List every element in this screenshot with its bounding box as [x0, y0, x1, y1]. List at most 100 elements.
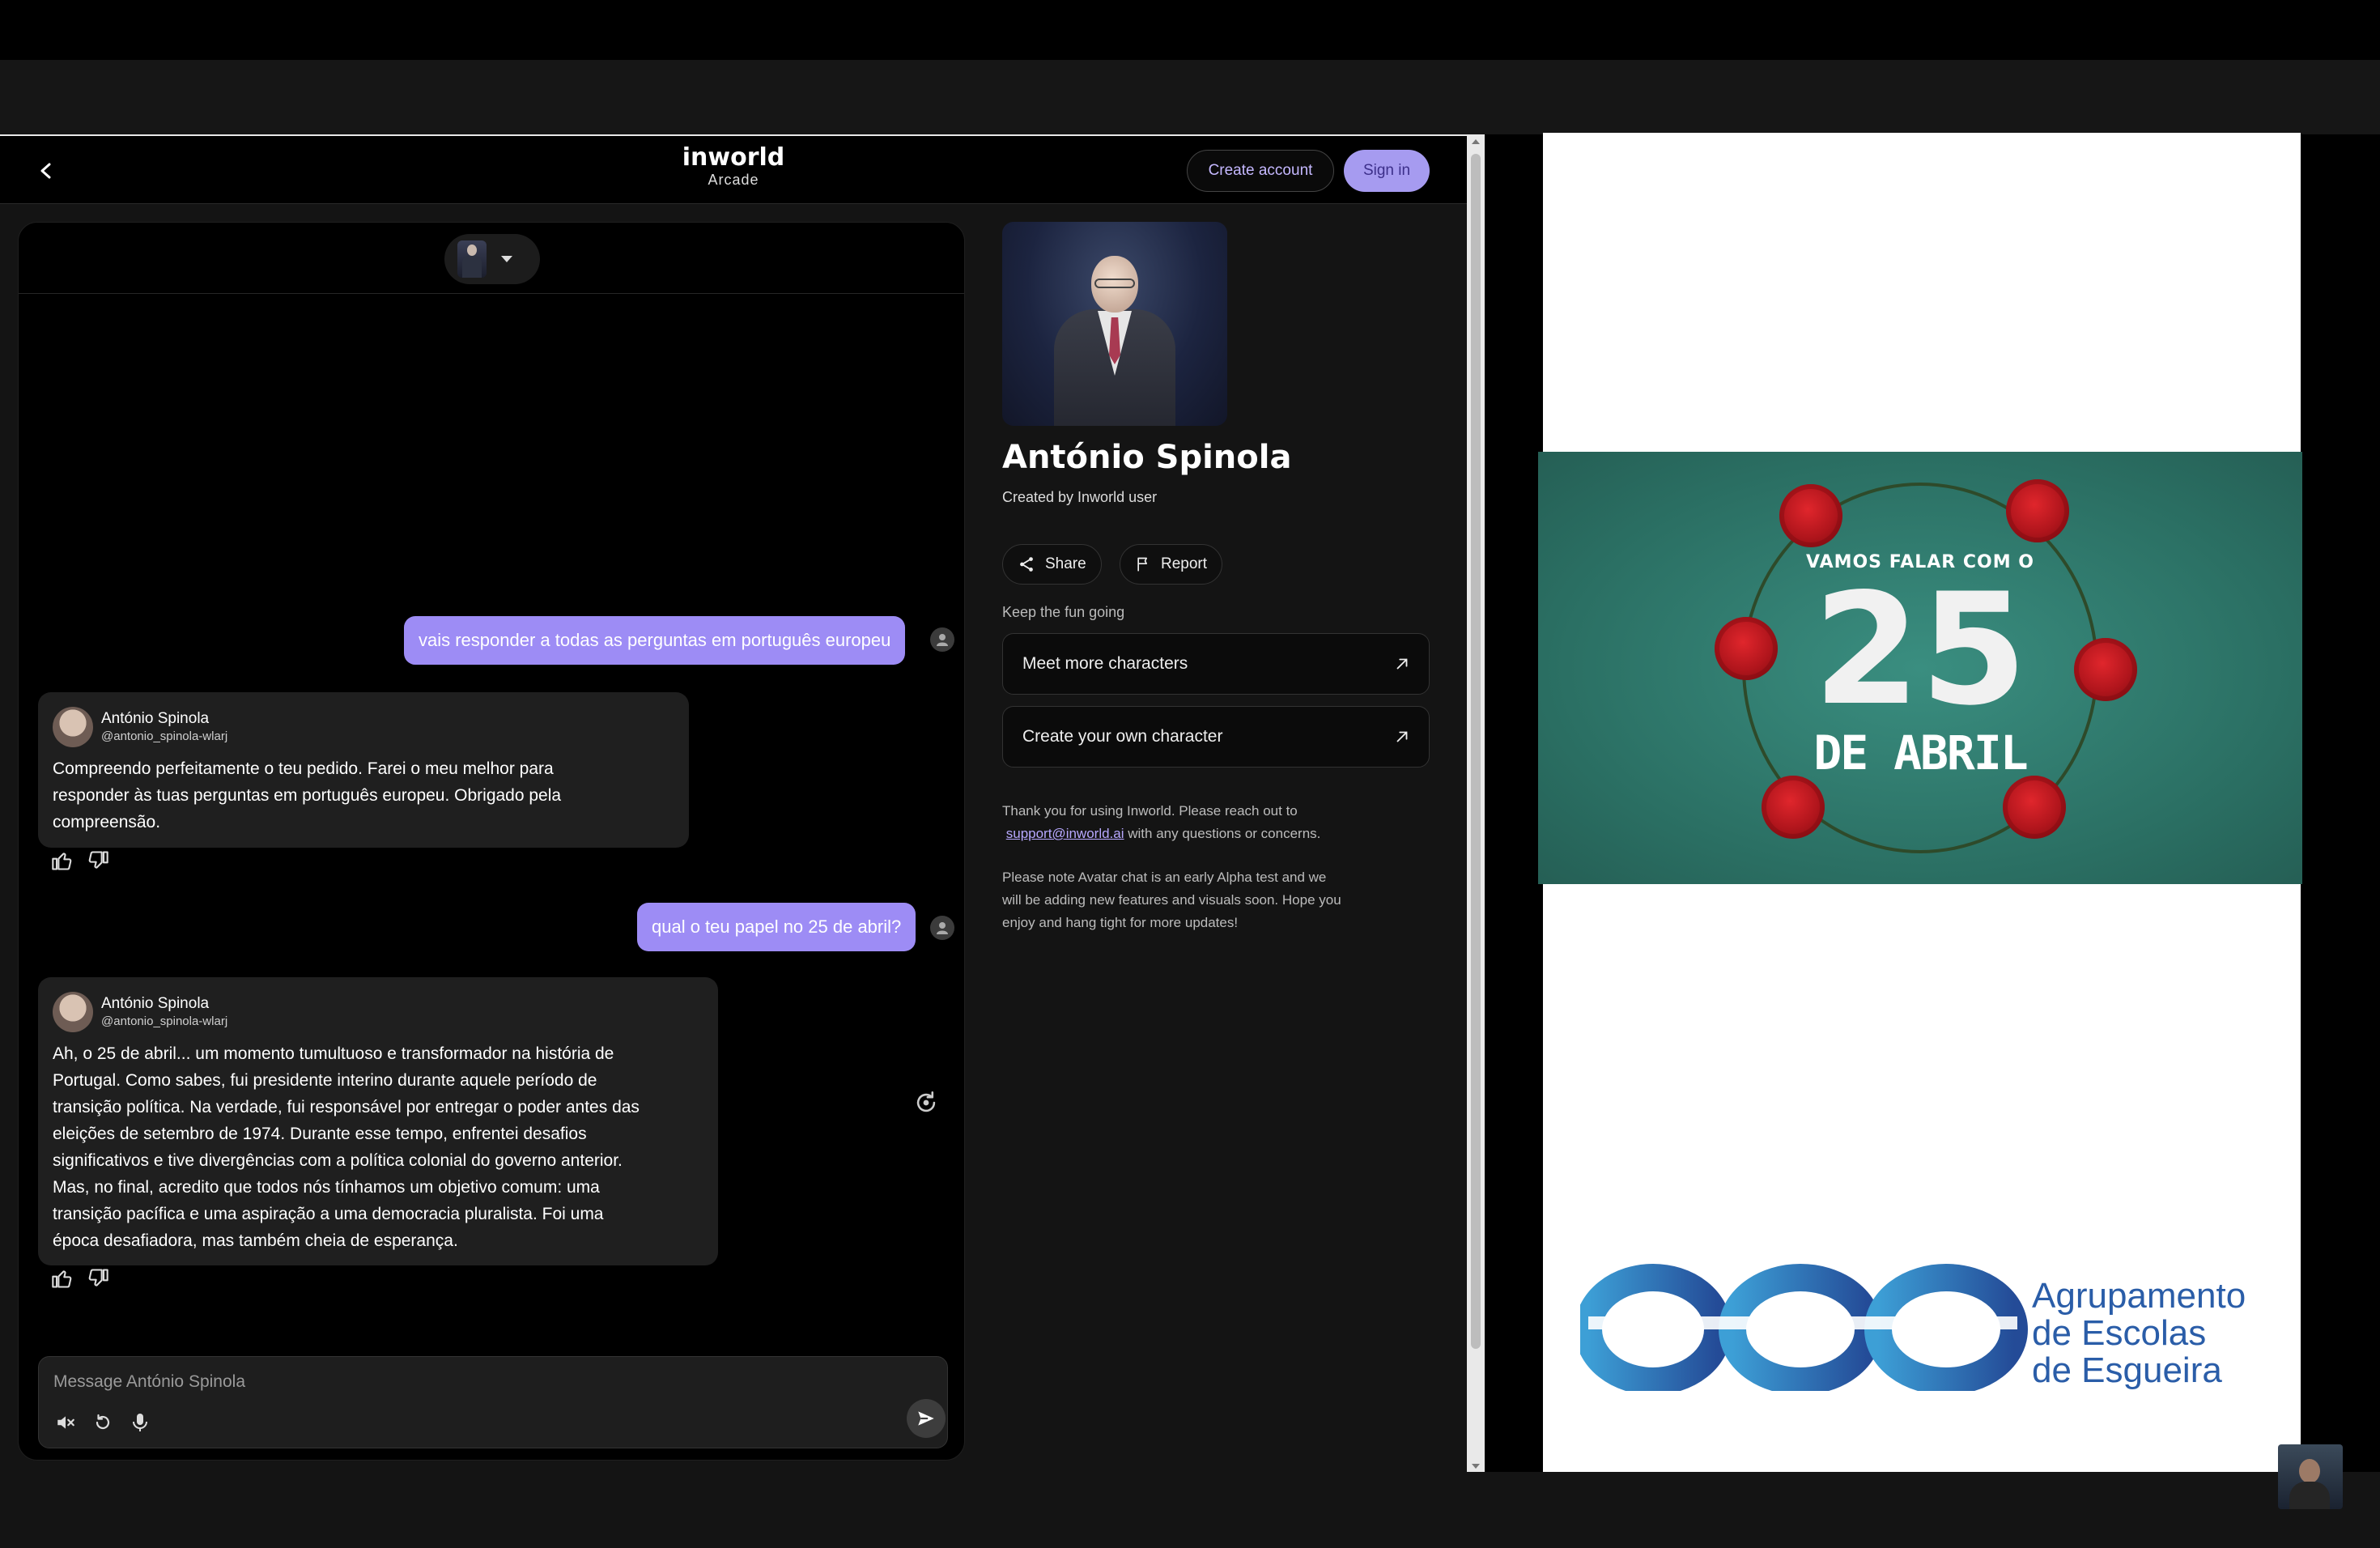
- message-header: António Spinola @antonio_spinola-wlarj: [53, 992, 703, 1032]
- arrow-up-right-icon: [1396, 658, 1408, 670]
- banner-big-number: 25: [1813, 560, 2028, 739]
- message-line: Ah, o 25 de abril... um momento tumultuo…: [53, 1044, 614, 1063]
- message-header: António Spinola @antonio_spinola-wlarj: [53, 707, 674, 747]
- send-icon: [918, 1411, 934, 1426]
- chat-top-bar: [19, 223, 964, 294]
- app-header: inworld Arcade Create account Sign in: [0, 136, 1467, 204]
- reset-button[interactable]: [89, 1409, 117, 1436]
- message-reactions: [51, 849, 109, 872]
- carnation-icon: [1779, 484, 1842, 547]
- inworld-app-window: inworld Arcade Create account Sign in va…: [0, 134, 1467, 1472]
- share-icon: [1020, 557, 1033, 572]
- support-note: Thank you for using Inworld. Please reac…: [1002, 800, 1439, 845]
- create-account-button[interactable]: Create account: [1187, 150, 1334, 192]
- support-line-2: support@inworld.ai with any questions or…: [1002, 823, 1439, 845]
- browser-band: [0, 60, 2380, 134]
- aee-school-logo: aee: [1580, 1264, 2028, 1391]
- flag-icon: [1137, 557, 1147, 572]
- 25-de-abril-banner: VAMOS FALAR COM O 25 DE ABRIL: [1538, 452, 2302, 884]
- created-by-label: Created by Inworld user: [1002, 489, 1158, 505]
- scroll-thumb[interactable]: [1471, 154, 1481, 1349]
- user-avatar-icon: [930, 916, 954, 940]
- character-mini-avatar: [457, 240, 487, 278]
- screen-bottom-bar: [0, 1472, 2380, 1548]
- thumbs-up-icon[interactable]: [51, 1267, 74, 1290]
- message-composer: [38, 1356, 948, 1448]
- character-name: António Spinola: [101, 995, 210, 1012]
- keep-fun-label: Keep the fun going: [1002, 604, 1125, 620]
- speaker-muted-icon: [57, 1416, 74, 1429]
- character-handle: @antonio_spinola-wlarj: [101, 729, 228, 743]
- screen-top-bar: [0, 0, 2380, 60]
- scroll-down-arrow-icon[interactable]: [1472, 1464, 1480, 1469]
- logo-brand: inworld: [682, 143, 785, 172]
- character-name: António Spinola: [101, 710, 210, 727]
- message-line: eleições de setembro de 1974. Durante es…: [53, 1125, 587, 1143]
- message-text: Ah, o 25 de abril... um momento tumultuo…: [53, 1040, 703, 1254]
- create-character-link[interactable]: Create your own character: [1002, 706, 1430, 768]
- alpha-note: Please note Avatar chat is an early Alph…: [1002, 866, 1439, 934]
- caret-down-icon: [501, 256, 512, 262]
- report-label: Report: [1161, 555, 1208, 572]
- message-line: época desafiadora, mas também cheia de e…: [53, 1231, 458, 1250]
- microphone-button[interactable]: [126, 1409, 154, 1436]
- alpha-note-line: Please note Avatar chat is an early Alph…: [1002, 870, 1327, 885]
- thumbs-up-icon[interactable]: [51, 849, 74, 872]
- school-name-line: de Escolas: [2032, 1313, 2207, 1353]
- character-portrait: [1002, 222, 1227, 426]
- message-line: Portugal. Como sabes, fui presidente int…: [53, 1071, 597, 1090]
- support-email-link[interactable]: support@inworld.ai: [1006, 826, 1124, 841]
- user-avatar-icon: [930, 627, 954, 652]
- character-title: António Spinola: [1002, 439, 1292, 476]
- character-selector[interactable]: [444, 234, 540, 284]
- back-button[interactable]: [32, 157, 60, 185]
- carnation-icon: [1762, 776, 1825, 839]
- message-input[interactable]: [53, 1368, 782, 1396]
- character-avatar[interactable]: [53, 707, 93, 747]
- user-message: qual o teu papel no 25 de abril?: [637, 903, 916, 951]
- character-avatar[interactable]: [53, 992, 93, 1032]
- message-line: responder às tuas perguntas em português…: [53, 786, 562, 805]
- character-message: António Spinola @antonio_spinola-wlarj A…: [38, 977, 718, 1265]
- restart-icon: [96, 1414, 110, 1430]
- logo-sub: Arcade: [708, 172, 759, 188]
- message-line: transição política. Na verdade, fui resp…: [53, 1098, 640, 1116]
- meet-more-label: Meet more characters: [1022, 654, 1188, 673]
- thumbs-down-icon[interactable]: [87, 1267, 109, 1290]
- character-message: António Spinola @antonio_spinola-wlarj C…: [38, 692, 689, 848]
- message-line: transição pacífica e uma aspiração a uma…: [53, 1205, 604, 1223]
- alpha-note-line: will be adding new features and visuals …: [1002, 892, 1341, 908]
- scroll-up-arrow-icon[interactable]: [1472, 139, 1480, 144]
- send-button[interactable]: [907, 1399, 946, 1438]
- carnation-icon: [2006, 479, 2069, 542]
- arrow-up-right-icon: [1396, 731, 1408, 742]
- message-line: significativos e tive divergências com a…: [53, 1151, 623, 1170]
- share-button[interactable]: Share: [1002, 544, 1102, 585]
- school-name-line: de Esgueira: [2032, 1350, 2222, 1390]
- alpha-note-line: enjoy and hang tight for more updates!: [1002, 915, 1239, 930]
- message-line: compreensão.: [53, 813, 161, 831]
- sign-in-button[interactable]: Sign in: [1344, 150, 1430, 192]
- user-message: vais responder a todas as perguntas em p…: [404, 616, 906, 665]
- report-button[interactable]: Report: [1120, 544, 1223, 585]
- inworld-logo[interactable]: inworld Arcade: [664, 143, 803, 189]
- regenerate-icon[interactable]: [912, 1089, 940, 1116]
- meet-more-characters-link[interactable]: Meet more characters: [1002, 633, 1430, 695]
- support-line-2-text: with any questions or concerns.: [1128, 826, 1321, 841]
- carnation-icon: [2003, 776, 2066, 839]
- school-name: Agrupamento de Escolas de Esgueira: [2032, 1278, 2246, 1389]
- mute-button[interactable]: [52, 1409, 79, 1436]
- webcam-thumbnail: [2278, 1444, 2343, 1509]
- message-line: Compreendo perfeitamente o teu pedido. F…: [53, 759, 554, 778]
- chat-panel: vais responder a todas as perguntas em p…: [18, 222, 965, 1461]
- create-own-label: Create your own character: [1022, 727, 1223, 746]
- thumbs-down-icon[interactable]: [87, 849, 109, 872]
- message-text: Compreendo perfeitamente o teu pedido. F…: [53, 755, 674, 836]
- banner-date-text: DE ABRIL: [1813, 725, 2028, 780]
- microphone-icon: [133, 1414, 147, 1431]
- message-reactions: [51, 1267, 109, 1290]
- page-scrollbar[interactable]: [1467, 134, 1485, 1474]
- school-name-line: Agrupamento: [2032, 1276, 2246, 1316]
- chevron-left-icon: [40, 163, 51, 179]
- character-handle: @antonio_spinola-wlarj: [101, 1014, 228, 1028]
